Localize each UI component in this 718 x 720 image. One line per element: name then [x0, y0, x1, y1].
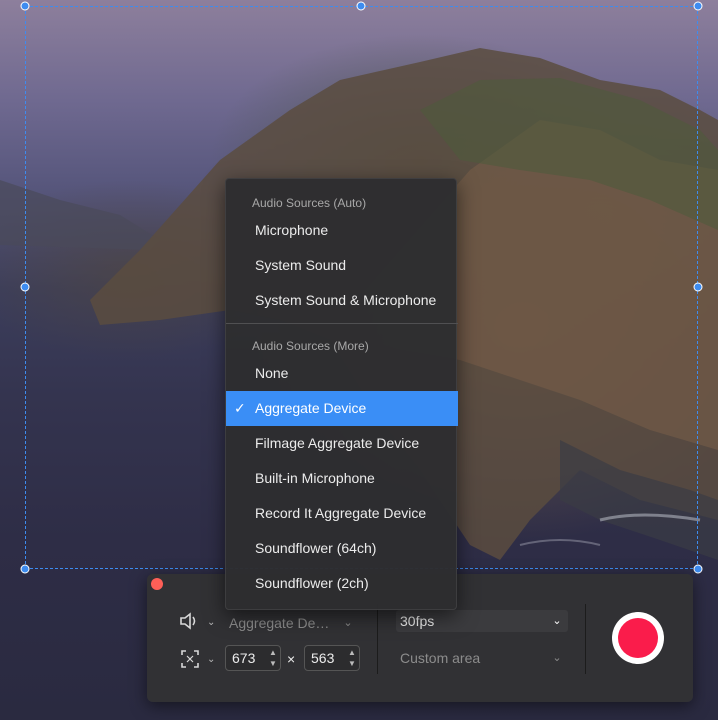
area-value: Custom area	[400, 650, 481, 666]
resize-handle-bottom-left[interactable]	[20, 564, 30, 574]
menu-header-more: Audio Sources (More)	[252, 339, 369, 353]
menu-item-label: Aggregate Device	[255, 400, 367, 416]
speaker-icon[interactable]	[179, 612, 199, 633]
width-field[interactable]: 673 ▲ ▼	[225, 645, 281, 671]
toolbar-divider	[377, 604, 378, 674]
chevron-down-icon[interactable]: ⌄	[207, 617, 215, 628]
height-field[interactable]: 563 ▲ ▼	[304, 645, 360, 671]
crop-area-icon[interactable]	[181, 650, 199, 671]
menu-item-soundflower-2ch[interactable]: Soundflower (2ch)	[226, 566, 458, 601]
stepper-icon[interactable]: ▲ ▼	[347, 647, 357, 669]
menu-item-filmage-aggregate-device[interactable]: Filmage Aggregate Device	[226, 426, 458, 461]
menu-item-none[interactable]: None	[226, 356, 458, 391]
menu-item-soundflower-64ch[interactable]: Soundflower (64ch)	[226, 531, 458, 566]
resize-handle-left[interactable]	[20, 282, 30, 292]
audio-source-menu: Audio Sources (Auto) Microphone System S…	[225, 178, 458, 610]
width-value: 673	[232, 650, 256, 666]
menu-item-microphone[interactable]: Microphone	[226, 213, 458, 248]
resize-handle-top-right[interactable]	[693, 1, 703, 11]
menu-item-system-sound[interactable]: System Sound	[226, 248, 458, 283]
menu-item-record-it-aggregate-device[interactable]: Record It Aggregate Device	[226, 496, 458, 531]
fps-select[interactable]: 30fps ⌄	[396, 610, 568, 632]
resize-handle-bottom-right[interactable]	[693, 564, 703, 574]
resize-handle-top-left[interactable]	[20, 1, 30, 11]
stepper-icon[interactable]: ▲ ▼	[268, 647, 278, 669]
menu-item-built-in-microphone[interactable]: Built-in Microphone	[226, 461, 458, 496]
height-value: 563	[311, 650, 335, 666]
close-button[interactable]	[151, 578, 163, 590]
checkmark-icon: ✓	[234, 400, 246, 416]
menu-item-system-sound-microphone[interactable]: System Sound & Microphone	[226, 283, 458, 318]
times-sign: ×	[287, 651, 296, 667]
menu-separator	[226, 323, 458, 324]
audio-source-select[interactable]: Aggregate De… ⌄	[225, 612, 359, 634]
chevron-down-icon: ⌄	[343, 617, 353, 629]
record-button[interactable]	[612, 612, 664, 664]
chevron-down-icon: ⌄	[552, 615, 562, 627]
fps-value: 30fps	[400, 613, 435, 629]
area-select[interactable]: Custom area ⌄	[396, 647, 568, 669]
resize-handle-right[interactable]	[693, 282, 703, 292]
resize-handle-top[interactable]	[356, 1, 366, 11]
toolbar-divider	[585, 604, 586, 674]
audio-source-value: Aggregate De…	[229, 615, 330, 631]
record-icon	[618, 618, 658, 658]
chevron-down-icon: ⌄	[552, 652, 562, 664]
chevron-down-icon[interactable]: ⌄	[207, 654, 215, 665]
menu-header-auto: Audio Sources (Auto)	[252, 196, 367, 210]
menu-item-aggregate-device[interactable]: ✓ Aggregate Device	[226, 391, 458, 426]
